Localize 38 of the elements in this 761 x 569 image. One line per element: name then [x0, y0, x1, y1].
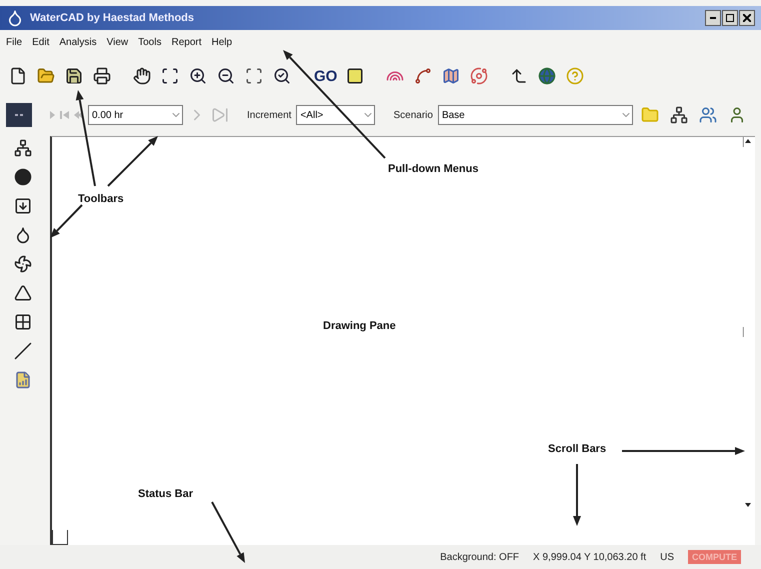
- maximize-icon: [726, 14, 734, 22]
- menu-item[interactable]: Edit: [32, 36, 50, 48]
- scenario-dropdown[interactable]: Base: [438, 105, 633, 125]
- increment-label: Increment: [247, 110, 292, 120]
- step-back-icon: [74, 111, 83, 119]
- arrow: [573, 464, 581, 526]
- skip-back-icon: [60, 111, 69, 119]
- minimize-icon: [710, 17, 716, 19]
- menu-item[interactable]: Tools: [138, 36, 162, 48]
- menu-item[interactable]: Help: [211, 36, 232, 48]
- callout-label: Pull-down Menus: [388, 163, 478, 175]
- go-button[interactable]: GO: [312, 68, 340, 84]
- callout-label: Status Bar: [138, 488, 194, 500]
- callout-label: Toolbars: [78, 193, 124, 205]
- arrow: [107, 136, 158, 187]
- menu-item[interactable]: Report: [171, 36, 202, 48]
- close-button[interactable]: [739, 10, 755, 26]
- coordinates: X 9,999.04 Y 10,063.20 ft: [533, 552, 646, 562]
- arrow: [211, 502, 245, 563]
- callout-label: Drawing Pane: [323, 320, 396, 332]
- callout-label: Scroll Bars: [548, 443, 606, 455]
- close-icon: [743, 14, 751, 22]
- menu-item[interactable]: View: [106, 36, 128, 48]
- horizontal-scroll-bar[interactable]: [52, 530, 68, 545]
- menu-item[interactable]: Analysis: [59, 36, 97, 48]
- background-status: Background: OFF: [440, 552, 520, 562]
- units: US: [660, 552, 674, 562]
- app-icon: [6, 9, 24, 27]
- play-icon: [50, 111, 55, 119]
- menu-item[interactable]: File: [6, 36, 22, 48]
- arrow: [50, 204, 83, 238]
- time-field[interactable]: 0.00 hr: [88, 105, 183, 125]
- scenario-label: Scenario: [393, 110, 433, 120]
- maximize-button[interactable]: [722, 10, 738, 26]
- minimize-button[interactable]: [705, 10, 721, 26]
- window-title: WaterCAD by Haestad Methods: [30, 12, 194, 24]
- increment-dropdown[interactable]: <All>: [296, 105, 376, 125]
- skip-forward-icon: [211, 106, 229, 124]
